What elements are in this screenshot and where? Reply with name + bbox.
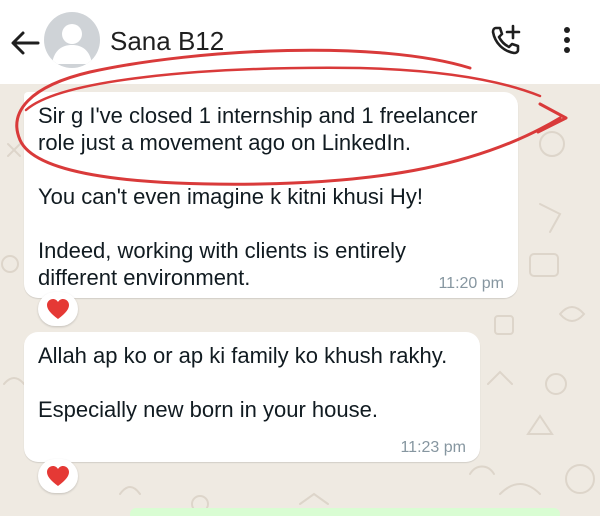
reaction-badge[interactable] <box>38 459 78 493</box>
avatar[interactable] <box>44 12 100 68</box>
chat-header: Sana B12 <box>0 0 600 84</box>
message-timestamp: 11:20 pm <box>438 275 504 292</box>
message-timestamp: 11:23 pm <box>400 439 466 456</box>
message-text: Allah ap ko or ap ki family ko khush rak… <box>38 343 448 422</box>
chat-area[interactable]: Sir g I've closed 1 internship and 1 fre… <box>0 84 600 516</box>
heart-icon <box>47 299 69 319</box>
outgoing-bubble-edge <box>130 508 560 516</box>
reaction-badge[interactable] <box>38 292 78 326</box>
contact-name[interactable]: Sana B12 <box>110 26 224 57</box>
default-avatar-icon <box>52 24 92 64</box>
back-arrow-icon[interactable] <box>8 26 42 60</box>
add-call-icon[interactable] <box>488 22 524 58</box>
more-options-icon[interactable] <box>554 22 580 58</box>
message-text: Sir g I've closed 1 internship and 1 fre… <box>38 103 478 290</box>
heart-icon <box>47 466 69 486</box>
message-bubble[interactable]: Allah ap ko or ap ki family ko khush rak… <box>24 332 480 462</box>
message-bubble[interactable]: Sir g I've closed 1 internship and 1 fre… <box>24 92 518 298</box>
